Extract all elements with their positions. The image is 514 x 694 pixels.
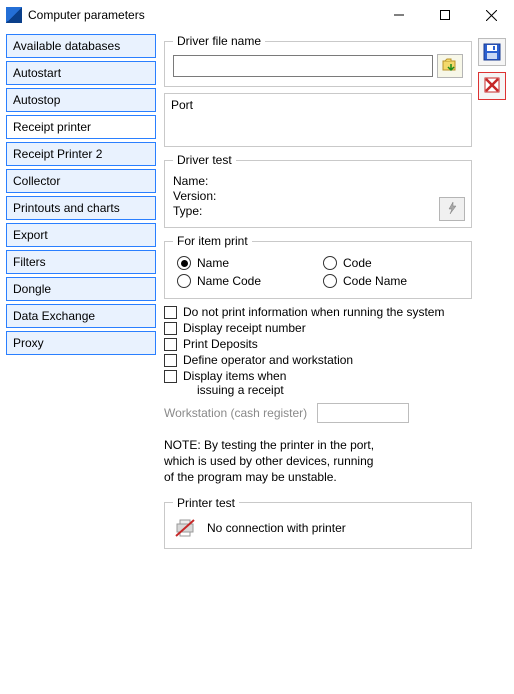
radio-icon: [323, 274, 337, 288]
checkbox-icon: [164, 322, 177, 335]
sidebar-item-filters[interactable]: Filters: [6, 250, 156, 274]
sidebar-item-receipt-printer-2[interactable]: Receipt Printer 2: [6, 142, 156, 166]
minimize-button[interactable]: [376, 0, 422, 30]
sidebar-item-label: Dongle: [13, 282, 51, 296]
printer-test-group: Printer test No connection with printer: [164, 496, 472, 549]
sidebar-item-autostart[interactable]: Autostart: [6, 61, 156, 85]
main-panel: Driver file name Port Driver test Name: …: [156, 34, 476, 688]
window-title: Computer parameters: [28, 8, 145, 22]
sidebar-item-available-databases[interactable]: Available databases: [6, 34, 156, 58]
sidebar-item-label: Receipt printer: [13, 120, 91, 134]
radio-label: Code Name: [343, 274, 407, 288]
sidebar-item-printouts-and-charts[interactable]: Printouts and charts: [6, 196, 156, 220]
save-button[interactable]: [478, 38, 506, 66]
radio-icon: [177, 256, 191, 270]
driver-test-button[interactable]: [439, 197, 465, 221]
radio-label: Code: [343, 256, 372, 270]
printer-disconnected-icon: [173, 516, 197, 540]
sidebar-item-data-exchange[interactable]: Data Exchange: [6, 304, 156, 328]
browse-driver-button[interactable]: [437, 54, 463, 78]
driver-file-input[interactable]: [173, 55, 433, 77]
sidebar-item-label: Proxy: [13, 336, 44, 350]
driver-test-name: Name:: [173, 174, 463, 188]
lightning-icon: [445, 201, 459, 218]
item-print-group: For item print Name Code Name Code Code …: [164, 234, 472, 299]
check-label: Display items when issuing a receipt: [183, 369, 286, 397]
checkbox-icon: [164, 306, 177, 319]
checkbox-icon: [164, 354, 177, 367]
floppy-disk-icon: [482, 42, 502, 62]
printer-test-legend: Printer test: [173, 496, 239, 510]
cancel-button[interactable]: [478, 72, 506, 100]
sidebar: Available databases Autostart Autostop R…: [6, 34, 156, 688]
printer-test-status: No connection with printer: [207, 521, 346, 535]
radio-label: Name Code: [197, 274, 261, 288]
sidebar-item-label: Filters: [13, 255, 46, 269]
sidebar-item-receipt-printer[interactable]: Receipt printer: [6, 115, 156, 139]
item-print-legend: For item print: [173, 234, 252, 248]
cancel-icon: [482, 75, 502, 98]
workstation-label: Workstation (cash register): [164, 406, 307, 420]
driver-file-group: Driver file name: [164, 34, 472, 87]
checkbox-icon: [164, 338, 177, 351]
radio-name-code[interactable]: Name Code: [177, 274, 313, 288]
sidebar-item-label: Data Exchange: [13, 309, 95, 323]
sidebar-item-label: Receipt Printer 2: [13, 147, 102, 161]
open-folder-icon: [442, 58, 458, 75]
sidebar-item-autostop[interactable]: Autostop: [6, 88, 156, 112]
check-print-deposits[interactable]: Print Deposits: [164, 337, 472, 351]
driver-file-legend: Driver file name: [173, 34, 265, 48]
sidebar-item-export[interactable]: Export: [6, 223, 156, 247]
sidebar-item-label: Printouts and charts: [13, 201, 120, 215]
radio-label: Name: [197, 256, 229, 270]
driver-test-group: Driver test Name: Version: Type:: [164, 153, 472, 228]
radio-icon: [177, 274, 191, 288]
check-label: Display receipt number: [183, 321, 306, 335]
sidebar-item-label: Collector: [13, 174, 60, 188]
check-label: Do not print information when running th…: [183, 305, 444, 319]
workstation-input[interactable]: [317, 403, 409, 423]
check-label: Print Deposits: [183, 337, 258, 351]
check-label: Define operator and workstation: [183, 353, 353, 367]
check-no-print-info[interactable]: Do not print information when running th…: [164, 305, 472, 319]
radio-code[interactable]: Code: [323, 256, 459, 270]
driver-test-version: Version:: [173, 189, 463, 203]
sidebar-item-label: Available databases: [13, 39, 120, 53]
driver-test-legend: Driver test: [173, 153, 236, 167]
titlebar: Computer parameters: [0, 0, 514, 30]
sidebar-item-label: Autostart: [13, 66, 61, 80]
check-display-items[interactable]: Display items when issuing a receipt: [164, 369, 472, 397]
options-checklist: Do not print information when running th…: [164, 305, 472, 397]
radio-icon: [323, 256, 337, 270]
sidebar-item-label: Export: [13, 228, 48, 242]
sidebar-item-collector[interactable]: Collector: [6, 169, 156, 193]
note-text: NOTE: By testing the printer in the port…: [164, 437, 472, 486]
checkbox-icon: [164, 370, 177, 383]
workstation-row: Workstation (cash register): [164, 403, 472, 423]
app-icon: [6, 7, 22, 23]
maximize-button[interactable]: [422, 0, 468, 30]
action-column: [476, 34, 508, 688]
driver-test-type: Type:: [173, 204, 463, 218]
radio-name[interactable]: Name: [177, 256, 313, 270]
sidebar-item-dongle[interactable]: Dongle: [6, 277, 156, 301]
sidebar-item-proxy[interactable]: Proxy: [6, 331, 156, 355]
close-button[interactable]: [468, 0, 514, 30]
check-display-receipt-number[interactable]: Display receipt number: [164, 321, 472, 335]
port-label: Port: [171, 98, 465, 112]
check-define-operator[interactable]: Define operator and workstation: [164, 353, 472, 367]
port-group: Port: [164, 93, 472, 147]
sidebar-item-label: Autostop: [13, 93, 60, 107]
radio-code-name[interactable]: Code Name: [323, 274, 459, 288]
